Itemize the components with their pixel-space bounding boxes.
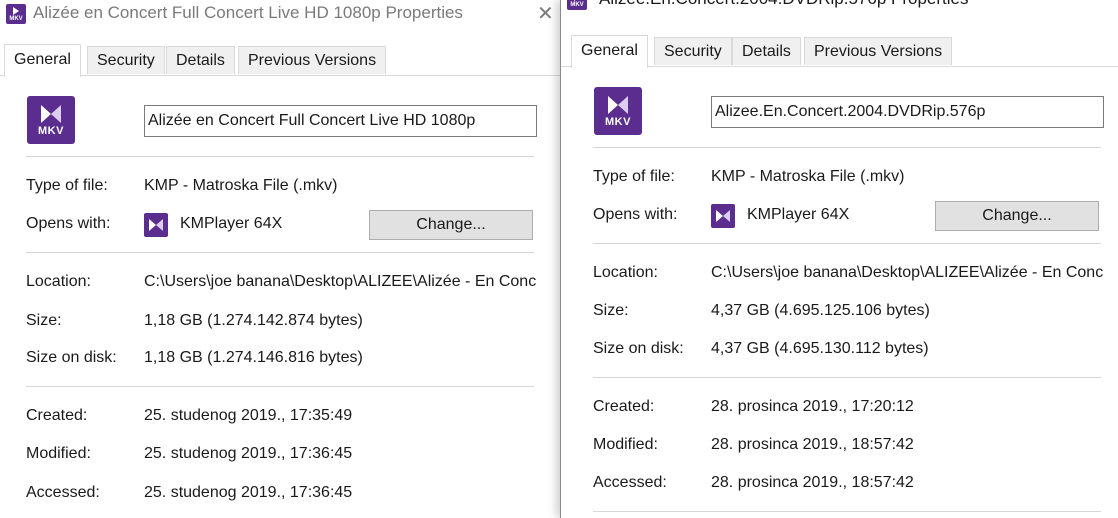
kmplayer-icon	[711, 204, 735, 228]
location-value: C:\Users\joe banana\Desktop\ALIZEE\Alizé…	[711, 264, 1104, 281]
size-on-disk-label: Size on disk:	[26, 349, 117, 366]
location-label: Location:	[593, 264, 658, 281]
size-on-disk-value: 1,18 GB (1.274.146.816 bytes)	[144, 349, 363, 366]
size-label: Size:	[593, 302, 629, 319]
tab-details[interactable]: Details	[166, 46, 235, 74]
tab-previous-versions[interactable]: Previous Versions	[238, 46, 387, 74]
size-value: 4,37 GB (4.695.125.106 bytes)	[711, 302, 930, 319]
tab-general[interactable]: General	[4, 44, 81, 77]
separator	[26, 386, 534, 387]
tab-previous-versions[interactable]: Previous Versions	[804, 37, 953, 65]
type-of-file-value: KMP - Matroska File (.mkv)	[144, 177, 338, 194]
created-value: 25. studenog 2019., 17:35:49	[144, 407, 353, 424]
size-value: 1,18 GB (1.274.142.874 bytes)	[144, 312, 363, 329]
separator	[593, 511, 1101, 512]
type-of-file-value: KMP - Matroska File (.mkv)	[711, 168, 905, 185]
accessed-label: Accessed:	[26, 484, 100, 501]
window-title: Alizee.En.Concert.2004.DVDRip.576p Prope…	[599, 0, 968, 9]
kmplayer-icon	[144, 213, 168, 237]
mkv-file-icon: MKV	[567, 0, 587, 10]
tab-strip: General Security Details Previous Versio…	[561, 35, 1118, 68]
general-panel: MKV Alizee.En.Concert.2004.DVDRip.576p T…	[561, 66, 1118, 518]
accessed-value: 28. prosinca 2019., 18:57:42	[711, 474, 914, 491]
title-bar[interactable]: MKV Alizée en Concert Full Concert Live …	[0, 0, 560, 28]
modified-value: 25. studenog 2019., 17:36:45	[144, 445, 353, 462]
mkv-file-icon: MKV	[6, 4, 26, 24]
location-value: C:\Users\joe banana\Desktop\ALIZEE\Alizé…	[144, 273, 537, 290]
opens-with-label: Opens with:	[26, 215, 111, 232]
properties-window-left: MKV Alizée en Concert Full Concert Live …	[0, 0, 560, 518]
size-on-disk-label: Size on disk:	[593, 340, 684, 357]
modified-value: 28. prosinca 2019., 18:57:42	[711, 436, 914, 453]
accessed-value: 25. studenog 2019., 17:36:45	[144, 484, 353, 501]
tab-security[interactable]: Security	[87, 46, 165, 74]
separator	[593, 243, 1101, 244]
file-name-field[interactable]: Alizée en Concert Full Concert Live HD 1…	[144, 105, 537, 137]
created-value: 28. prosinca 2019., 17:20:12	[711, 398, 914, 415]
type-of-file-label: Type of file:	[593, 168, 675, 185]
opens-with-value: KMPlayer 64X	[180, 215, 283, 232]
created-label: Created:	[26, 407, 88, 424]
tab-strip: General Security Details Previous Versio…	[0, 44, 560, 77]
close-icon[interactable]: ✕	[537, 1, 554, 26]
window-title: Alizée en Concert Full Concert Live HD 1…	[33, 3, 463, 22]
type-of-file-label: Type of file:	[26, 177, 108, 194]
opens-with-value: KMPlayer 64X	[747, 206, 850, 223]
separator	[26, 252, 534, 253]
general-panel: MKV Alizée en Concert Full Concert Live …	[0, 75, 560, 518]
modified-label: Modified:	[26, 445, 91, 462]
location-label: Location:	[26, 273, 91, 290]
tab-details[interactable]: Details	[732, 37, 801, 65]
properties-window-right: MKV Alizee.En.Concert.2004.DVDRip.576p P…	[560, 0, 1118, 518]
size-label: Size:	[26, 312, 62, 329]
size-on-disk-value: 4,37 GB (4.695.130.112 bytes)	[711, 340, 929, 357]
opens-with-label: Opens with:	[593, 206, 678, 223]
separator	[593, 147, 1101, 148]
mkv-file-icon: MKV	[594, 87, 642, 135]
tab-general[interactable]: General	[571, 35, 648, 68]
modified-label: Modified:	[593, 436, 658, 453]
separator	[26, 156, 534, 157]
title-bar[interactable]: MKV Alizee.En.Concert.2004.DVDRip.576p P…	[561, 0, 1118, 14]
change-button[interactable]: Change...	[369, 210, 533, 240]
mkv-file-icon: MKV	[27, 96, 75, 144]
separator	[593, 377, 1101, 378]
file-name-field[interactable]: Alizee.En.Concert.2004.DVDRip.576p	[711, 96, 1104, 128]
accessed-label: Accessed:	[593, 474, 667, 491]
tab-security[interactable]: Security	[654, 37, 732, 65]
change-button[interactable]: Change...	[935, 201, 1099, 231]
created-label: Created:	[593, 398, 655, 415]
